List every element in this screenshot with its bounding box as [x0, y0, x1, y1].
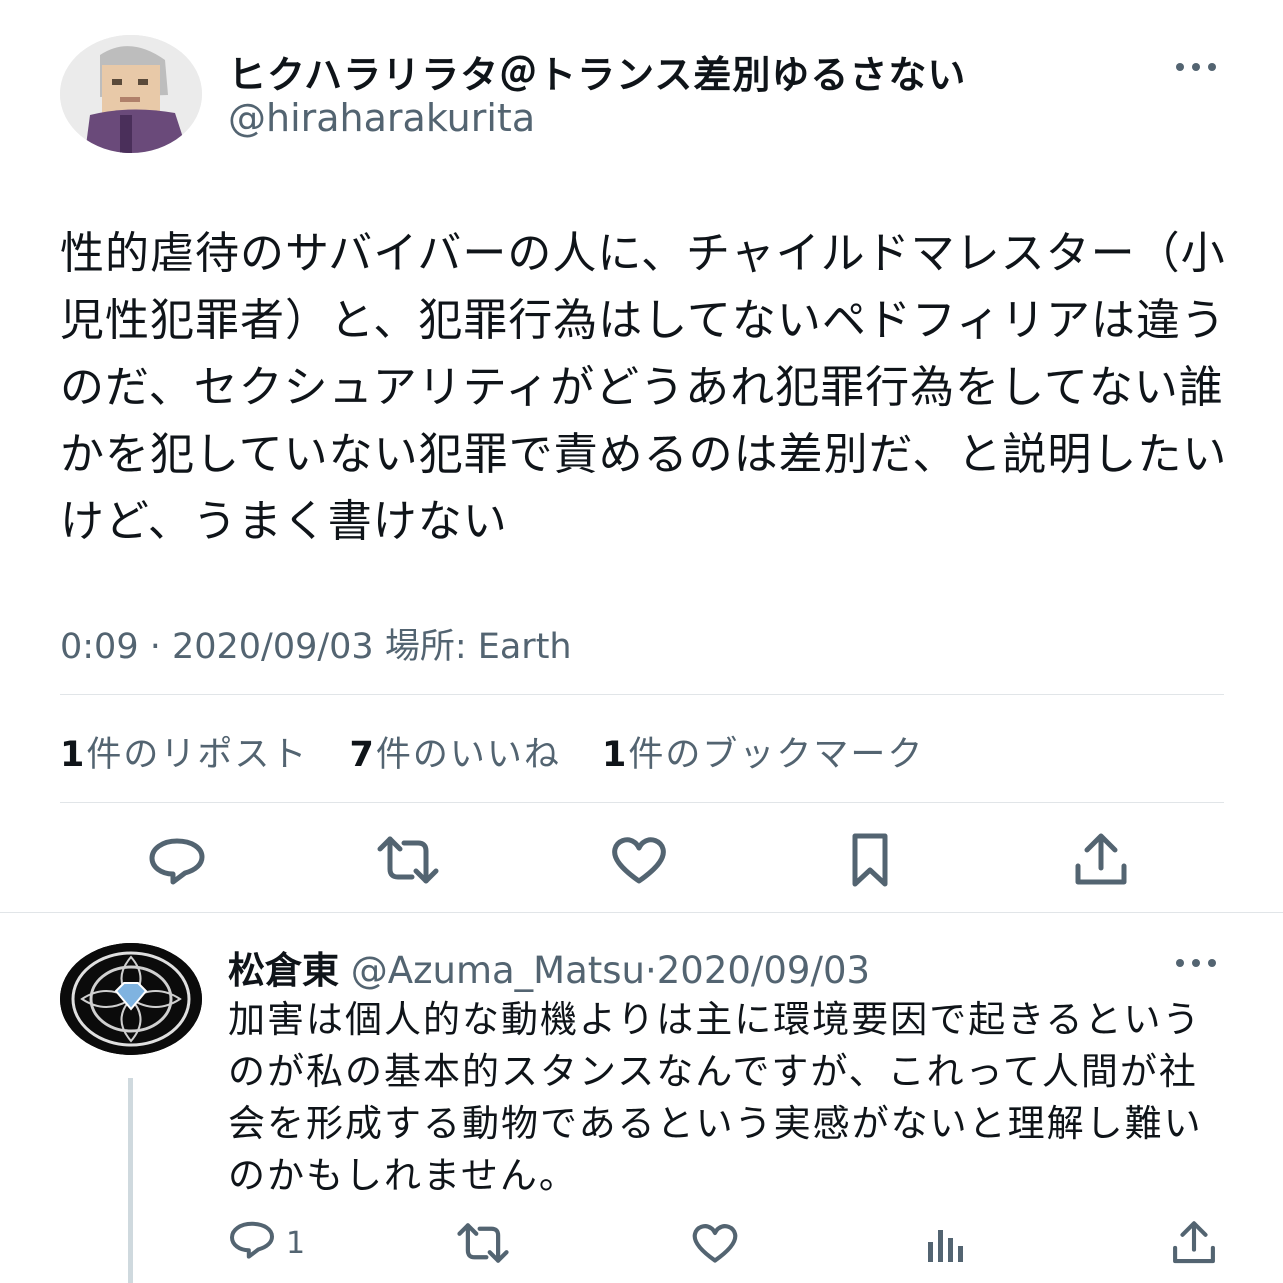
- bookmark-label: 件のブックマーク: [628, 735, 925, 775]
- bookmark-stat[interactable]: 1件のブックマーク: [602, 735, 924, 775]
- share-icon[interactable]: [1069, 828, 1133, 892]
- reply-handle[interactable]: @Azuma_Matsu: [351, 949, 645, 992]
- share-icon[interactable]: [1170, 1218, 1218, 1268]
- reply-header: 松倉東 @Azuma_Matsu·2020/09/03: [228, 940, 870, 994]
- like-icon[interactable]: [690, 1218, 740, 1268]
- reply-button[interactable]: 1: [228, 1218, 305, 1268]
- thread-line: [128, 1078, 133, 1283]
- repost-label: 件のリポスト: [86, 735, 309, 775]
- author-display-name[interactable]: ヒクハラリラタ＠トランス差別ゆるさない: [228, 44, 966, 99]
- bookmark-count: 1: [602, 735, 629, 775]
- engagement-stats: 1件のリポスト 7件のいいね 1件のブックマーク: [60, 726, 952, 777]
- reply-date[interactable]: 2020/09/03: [657, 949, 870, 992]
- author-handle[interactable]: @hiraharakurita: [228, 96, 535, 140]
- more-options-icon[interactable]: [1172, 948, 1220, 978]
- like-count: 7: [349, 735, 376, 775]
- like-icon[interactable]: [607, 828, 671, 892]
- repost-stat[interactable]: 1件のリポスト: [60, 735, 308, 775]
- bookmark-icon[interactable]: [838, 828, 902, 892]
- reply-text: 加害は個人的な動機よりは主に環境要因で起きるというのが私の基本的スタンスなんです…: [228, 998, 1203, 1197]
- divider: [60, 694, 1224, 695]
- reply-count: 1: [286, 1225, 306, 1261]
- reply-display-name[interactable]: 松倉東: [228, 949, 339, 992]
- reply-icon: [228, 1218, 276, 1268]
- tweet-text: 性的虐待のサバイバーの人に、チャイルドマレスター（小児性犯罪者）と、犯罪行為はし…: [60, 228, 1228, 547]
- reply-separator: ·: [645, 949, 657, 992]
- more-options-icon[interactable]: [1172, 52, 1220, 82]
- tweet-timestamp-location[interactable]: 0:09 · 2020/09/03 場所: Earth: [60, 618, 572, 669]
- analytics-icon[interactable]: [924, 1218, 968, 1268]
- like-label: 件のいいね: [375, 735, 561, 775]
- section-divider: [0, 912, 1283, 913]
- divider: [60, 802, 1224, 803]
- repost-icon[interactable]: [376, 828, 440, 892]
- author-avatar[interactable]: [60, 35, 202, 153]
- like-stat[interactable]: 7件のいいね: [350, 735, 561, 775]
- reply-icon[interactable]: [145, 828, 209, 892]
- reply-author-avatar[interactable]: [60, 943, 202, 1055]
- repost-icon[interactable]: [456, 1218, 510, 1268]
- repost-count: 1: [60, 735, 87, 775]
